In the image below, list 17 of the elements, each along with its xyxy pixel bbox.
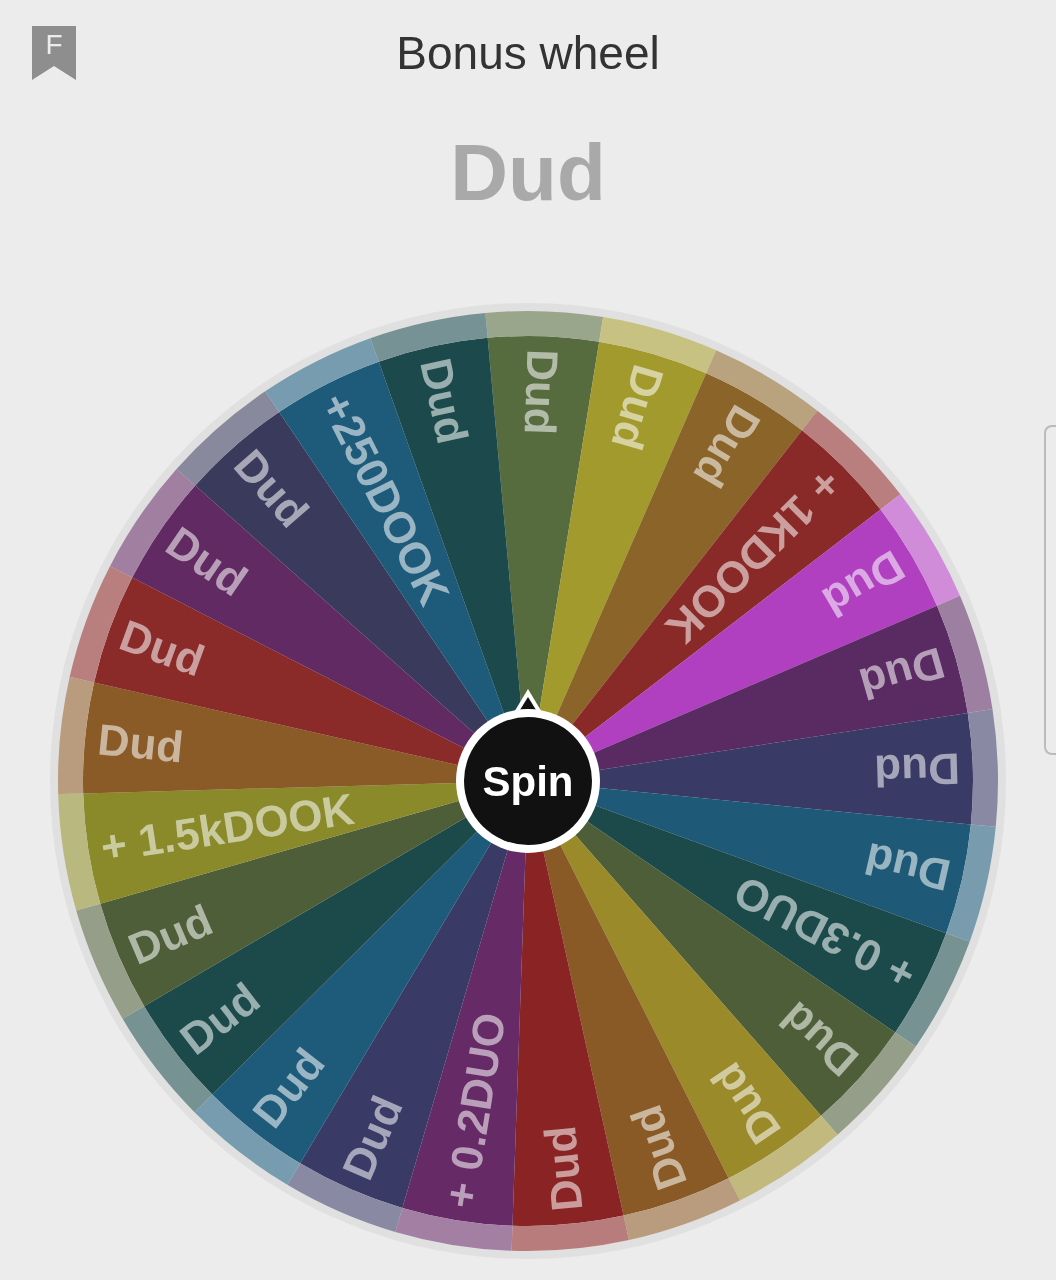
side-handle[interactable] — [1044, 425, 1056, 755]
result-text: Dud — [450, 133, 606, 213]
segment-label: Dud — [515, 348, 568, 436]
segment-label: Dud — [873, 744, 961, 796]
segment-label: Dud — [535, 1123, 592, 1214]
segment-label: Dud — [814, 541, 913, 627]
segment-label: Dud — [621, 1099, 696, 1197]
segment-label: Dud — [157, 516, 256, 606]
page-title: Bonus wheel — [396, 27, 660, 79]
segment-label: Dud — [602, 359, 674, 456]
segment-label: + 1.5kDOOK — [97, 783, 358, 872]
segment-label: Dud — [121, 894, 220, 974]
segment-label: Dud — [95, 714, 186, 772]
segment-label: + 0.2DUO — [434, 1009, 515, 1212]
segment-label: Dud — [113, 610, 211, 686]
segment-label: Dud — [332, 1088, 412, 1187]
segment-label: Dud — [854, 638, 950, 710]
